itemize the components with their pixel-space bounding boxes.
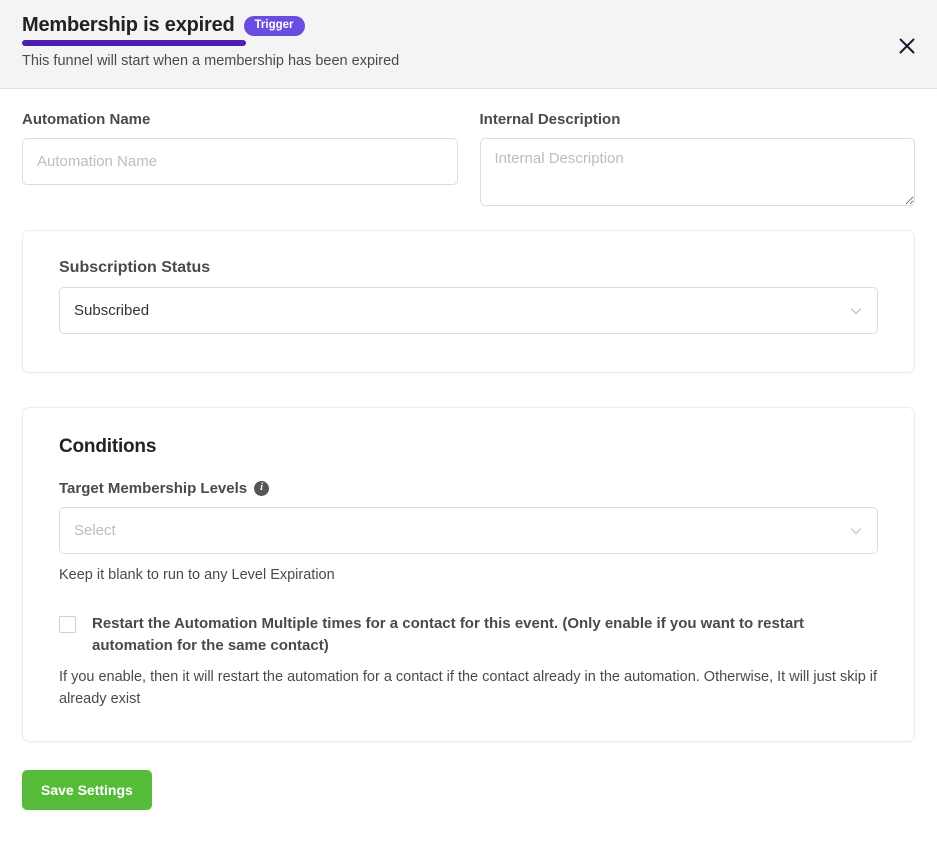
conditions-title: Conditions — [59, 436, 157, 457]
close-icon[interactable] — [894, 33, 920, 59]
automation-name-input[interactable] — [22, 138, 458, 185]
target-levels-select[interactable]: Select — [59, 507, 878, 554]
restart-automation-row: Restart the Automation Multiple times fo… — [59, 613, 878, 658]
dialog-header: Membership is expired Trigger This funne… — [0, 0, 937, 89]
internal-description-textarea[interactable] — [479, 138, 915, 206]
trigger-badge: Trigger — [243, 16, 305, 36]
restart-automation-note: If you enable, then it will restart the … — [59, 668, 878, 708]
subscription-status-value: Subscribed — [74, 302, 150, 319]
internal-description-group: Internal Description — [479, 111, 915, 206]
basic-fields-row: Automation Name Internal Description — [22, 89, 915, 206]
automation-name-label: Automation Name — [22, 111, 151, 128]
restart-automation-checkbox[interactable] — [59, 615, 76, 633]
target-levels-placeholder: Select — [74, 522, 116, 539]
subscription-status-select-wrap: Subscribed — [59, 287, 878, 334]
save-settings-button[interactable]: Save Settings — [22, 769, 152, 810]
subscription-status-label: Subscription Status — [59, 259, 211, 276]
title-underline — [22, 40, 246, 46]
target-levels-label: Target Membership Levels — [59, 480, 248, 497]
target-levels-label-row: Target Membership Levels i — [59, 480, 878, 497]
automation-name-group: Automation Name — [22, 111, 458, 206]
internal-description-label: Internal Description — [479, 111, 621, 128]
target-levels-select-wrap: Select — [59, 507, 878, 554]
title-row: Membership is expired Trigger — [22, 14, 915, 36]
restart-automation-label[interactable]: Restart the Automation Multiple times fo… — [92, 613, 878, 658]
info-icon[interactable]: i — [254, 481, 270, 496]
subscription-status-card: Subscription Status Subscribed — [22, 230, 915, 373]
subscription-status-select[interactable]: Subscribed — [59, 287, 878, 334]
page-title: Membership is expired — [22, 14, 235, 36]
header-subtitle: This funnel will start when a membership… — [22, 53, 400, 69]
conditions-card: Conditions Target Membership Levels i Se… — [22, 407, 915, 742]
target-levels-helper: Keep it blank to run to any Level Expira… — [59, 567, 335, 583]
dialog-body: Automation Name Internal Description Sub… — [0, 89, 937, 742]
